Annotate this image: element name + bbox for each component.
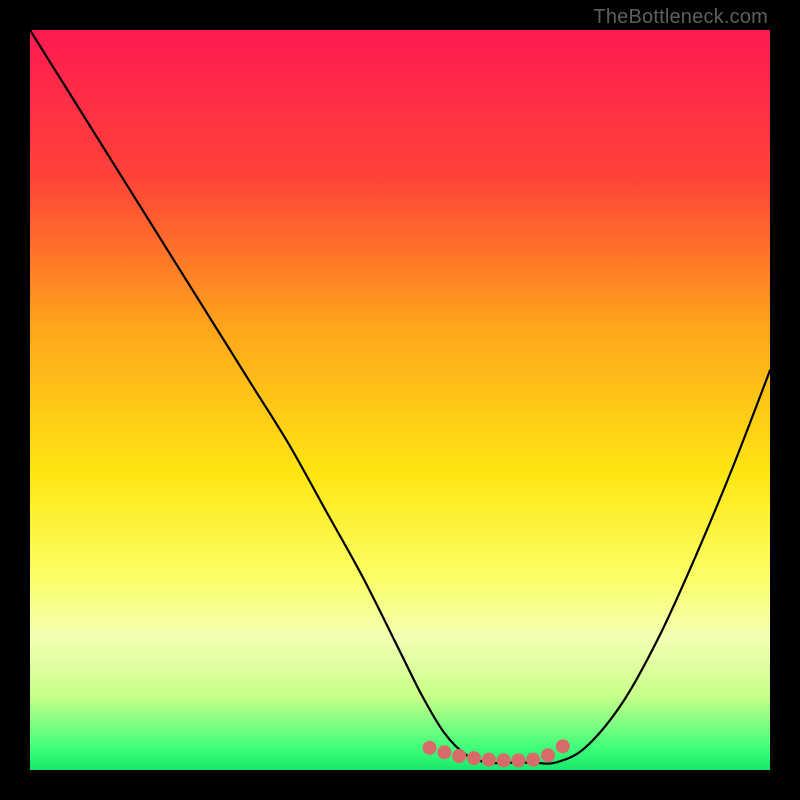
optimal-dot [511, 753, 525, 767]
chart-frame: TheBottleneck.com [0, 0, 800, 800]
optimal-dot [437, 745, 451, 759]
optimal-dot [526, 753, 540, 767]
optimal-dot [497, 753, 511, 767]
optimal-dot [541, 748, 555, 762]
optimal-dot [423, 741, 437, 755]
optimal-dot [482, 753, 496, 767]
bottleneck-curve [30, 30, 770, 764]
optimal-dot [452, 749, 466, 763]
optimal-dot [556, 739, 570, 753]
plot-area [30, 30, 770, 770]
curve-layer [30, 30, 770, 770]
watermark-text: TheBottleneck.com [593, 6, 768, 29]
optimal-dot [467, 751, 481, 765]
